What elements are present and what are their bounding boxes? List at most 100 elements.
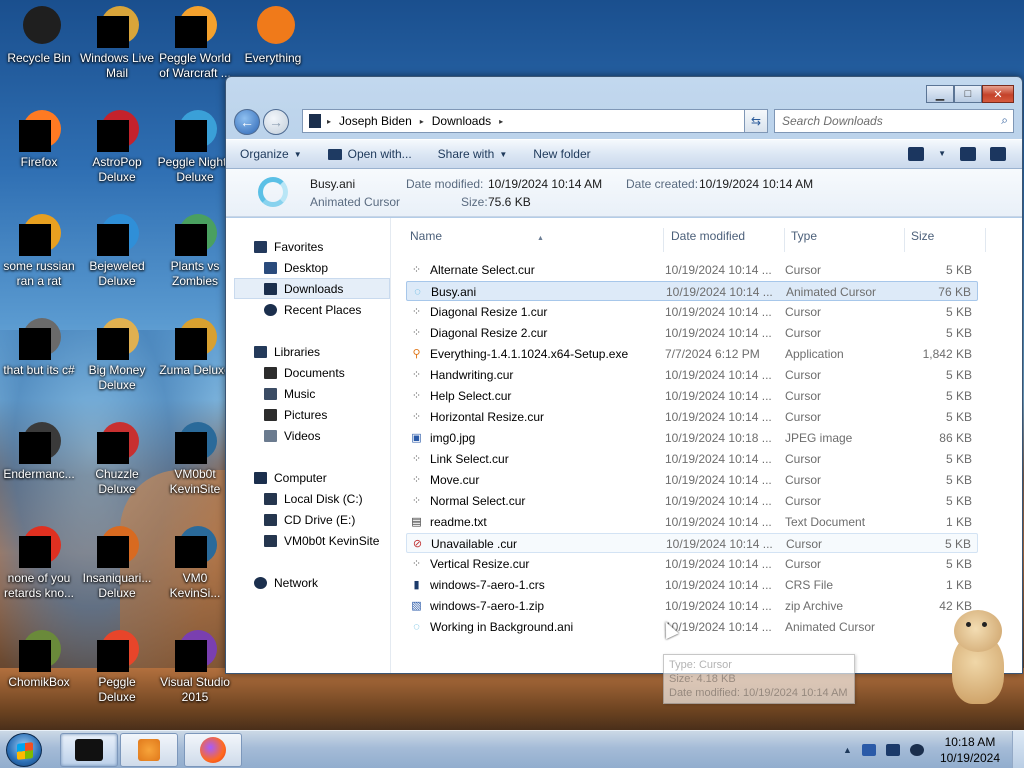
address-bar[interactable]: ▸ Joseph Biden ▸ Downloads ▸ ▼ [302,109,766,133]
file-row[interactable]: ⁘ Vertical Resize.cur 10/19/2024 10:14 ...… [406,554,978,574]
start-button[interactable] [6,733,42,767]
taskbar-explorer-button[interactable] [60,733,118,767]
desktop-icon-item[interactable]: Bejeweled Deluxe [78,212,156,289]
desktop-icon-item[interactable]: Everything [234,4,312,66]
nav-videos[interactable]: Videos [264,426,320,446]
file-row[interactable]: ⁘ Handwriting.cur 10/19/2024 10:14 ... Curs… [406,365,978,385]
file-row[interactable]: ⁘ Link Select.cur 10/19/2024 10:14 ... Curs… [406,449,978,469]
taskbar: ▲ 10:18 AM 10/19/2024 [0,730,1024,768]
close-button[interactable]: ✕ [982,85,1014,103]
nav-favorites[interactable]: Favorites [254,237,323,257]
column-header-type[interactable]: Type [791,229,817,251]
file-row[interactable]: ▧ windows-7-aero-1.zip 10/19/2024 10:14 ..… [406,596,978,616]
desktop-icon-item[interactable]: Recycle Bin [0,4,78,66]
nav-libraries[interactable]: Libraries [254,342,320,362]
file-row[interactable]: ⁘ Alternate Select.cur 10/19/2024 10:14 ..… [406,260,978,280]
open-with-button[interactable]: Open with... [327,147,412,161]
refresh-button[interactable]: ⇆ [744,109,768,133]
desktop-icon-item[interactable]: Plants vs Zombies [156,212,234,289]
nav-pictures[interactable]: Pictures [264,405,327,425]
search-icon[interactable]: ⌕ [1001,113,1008,128]
column-header-date[interactable]: Date modified [671,229,745,251]
nav-computer[interactable]: Computer [254,468,327,488]
view-options-chevron-icon[interactable]: ▼ [938,147,946,161]
column-divider[interactable] [985,228,986,252]
desktop-icon-item[interactable]: Big Money Deluxe [78,316,156,393]
desktop-icon-item[interactable]: VM0 KevinSi... [156,524,234,601]
desktop-icon-item[interactable]: AstroPop Deluxe [78,108,156,185]
desktop-icon-label: Zuma Deluxe [159,363,231,377]
forward-button[interactable]: → [263,109,289,135]
desktop-icon-item[interactable]: VM0b0t KevinSite [156,420,234,497]
desktop-icon-item[interactable]: Visual Studio 2015 [156,628,234,705]
file-row[interactable]: ▣ img0.jpg 10/19/2024 10:18 ... JPEG image 8… [406,428,978,448]
clock[interactable]: 10:18 AM 10/19/2024 [940,734,1000,766]
file-row[interactable]: ⁘ Diagonal Resize 2.cur 10/19/2024 10:14 .… [406,323,978,343]
file-row[interactable]: ◌ Working in Background.ani 10/19/2024 10:… [406,617,978,637]
column-divider[interactable] [904,228,905,252]
file-row[interactable]: ⊘ Unavailable .cur 10/19/2024 10:14 ... Cur… [406,533,978,553]
desktop-icon-item[interactable]: Peggle World of Warcraft ... [156,4,234,81]
volume-icon[interactable] [909,744,924,756]
nav-network[interactable]: Network [254,573,318,593]
desktop-icon-item[interactable]: Windows Live Mail [78,4,156,81]
preview-pane-icon[interactable] [960,147,976,161]
busy-cursor-icon [258,177,288,207]
file-row[interactable]: ⁘ Move.cur 10/19/2024 10:14 ... Cursor 5 KB [406,470,978,490]
desktop-icon-item[interactable]: Zuma Deluxe [156,316,234,378]
column-divider[interactable] [784,228,785,252]
file-row[interactable]: ⁘ Help Select.cur 10/19/2024 10:14 ... Curs… [406,386,978,406]
show-hidden-icons-icon[interactable]: ▲ [843,745,852,755]
hamster-desktop-pet[interactable] [944,606,1012,706]
desktop-icon-item[interactable]: Peggle Nights Deluxe [156,108,234,185]
change-view-icon[interactable] [908,147,925,161]
network-tray-icon[interactable] [885,744,900,756]
search-input[interactable]: Search Downloads ⌕ [774,109,1014,133]
file-row[interactable]: ▮ windows-7-aero-1.crs 10/19/2024 10:14 ..… [406,575,978,595]
new-folder-button[interactable]: New folder [533,147,590,161]
back-button[interactable]: ← [234,109,260,135]
nav-desktop[interactable]: Desktop [264,258,328,278]
title-bar[interactable]: ▁ □ ✕ [226,77,1022,105]
desktop-icon-item[interactable]: some russian ran a rat [0,212,78,289]
file-row[interactable]: ⁘ Diagonal Resize 1.cur 10/19/2024 10:14 .… [406,302,978,322]
help-icon[interactable] [990,147,1006,161]
breadcrumb-user[interactable]: Joseph Biden [333,114,418,128]
nav-documents[interactable]: Documents [264,363,345,383]
file-row[interactable]: ◌ Busy.ani 10/19/2024 10:14 ... Animated Cu… [406,281,978,301]
organize-button[interactable]: Organize ▼ [240,147,302,161]
desktop-icon-item[interactable]: Peggle Deluxe [78,628,156,705]
show-desktop-button[interactable] [1012,731,1024,768]
cursor-icon: ⁘ [411,558,422,570]
nav-downloads[interactable]: Downloads [264,279,343,299]
desktop-icon-item[interactable]: that but its c# [0,316,78,378]
file-row[interactable]: ⁘ Normal Select.cur 10/19/2024 10:14 ... Cu… [406,491,978,511]
desktop-icon-item[interactable]: ChomikBox [0,628,78,690]
column-header-name[interactable]: Name ▲ [410,229,544,251]
taskbar-media-player-button[interactable] [120,733,178,767]
nav-recent-places[interactable]: Recent Places [264,300,361,320]
desktop-icon-item[interactable]: Insaniquari... Deluxe [78,524,156,601]
nav-vm-share[interactable]: VM0b0t KevinSite [264,531,379,551]
share-with-button[interactable]: Share with ▼ [438,147,508,161]
redaction-box [175,640,207,672]
taskbar-firefox-button[interactable] [184,733,242,767]
desktop-icon-item[interactable]: Firefox [0,108,78,170]
column-divider[interactable] [663,228,664,252]
action-center-icon[interactable] [861,744,876,756]
nav-music[interactable]: Music [264,384,315,404]
file-info-tooltip: Type: Cursor Size: 4.18 KB Date modified… [663,654,855,704]
column-header-size[interactable]: Size [911,229,934,251]
desktop-icon-item[interactable]: none of you retards kno... [0,524,78,601]
search-placeholder: Search Downloads [782,114,883,128]
breadcrumb-downloads[interactable]: Downloads [426,114,497,128]
maximize-button[interactable]: □ [954,85,982,103]
desktop-icon-item[interactable]: Chuzzle Deluxe [78,420,156,497]
file-row[interactable]: ▤ readme.txt 10/19/2024 10:14 ... Text Docu… [406,512,978,532]
nav-cd-drive[interactable]: CD Drive (E:) [264,510,355,530]
minimize-button[interactable]: ▁ [926,85,954,103]
file-row[interactable]: ⁘ Horizontal Resize.cur 10/19/2024 10:14 .… [406,407,978,427]
file-row[interactable]: ⚲ Everything-1.4.1.1024.x64-Setup.exe 7/7/… [406,344,978,364]
nav-local-disk[interactable]: Local Disk (C:) [264,489,363,509]
desktop-icon-item[interactable]: Endermanc... [0,420,78,482]
